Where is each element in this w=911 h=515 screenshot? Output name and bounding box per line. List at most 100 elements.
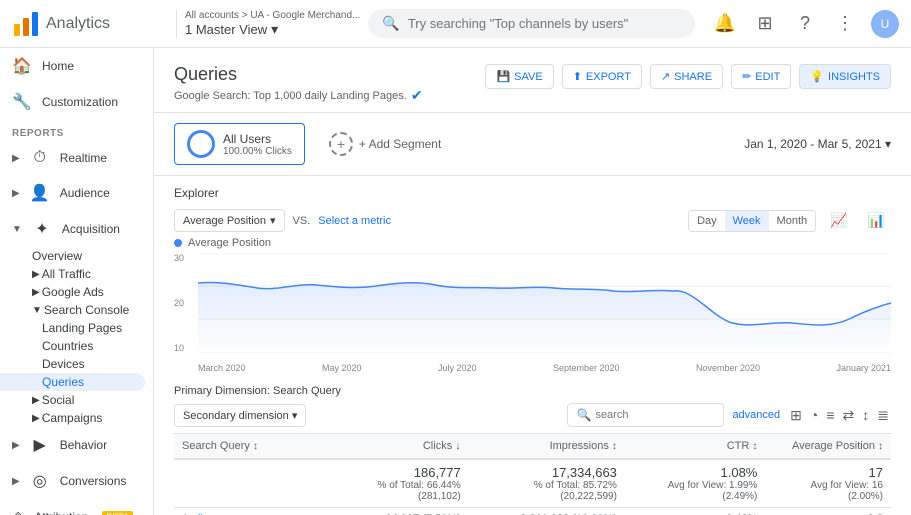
search-icon: 🔍 xyxy=(576,408,591,422)
legend-dot xyxy=(174,239,182,247)
check-icon: ✔ xyxy=(411,87,423,104)
sidebar-item-behavior[interactable]: ▶ ▶ Behavior xyxy=(0,427,145,463)
explorer-title: Explorer xyxy=(174,186,891,200)
sidebar-item-audience-label: Audience xyxy=(60,186,110,200)
expand-icon: ▶ xyxy=(12,153,20,164)
share-button[interactable]: ↗ SHARE xyxy=(650,64,723,89)
more-icon[interactable]: ⋮ xyxy=(831,10,859,38)
search-bar[interactable]: 🔍 xyxy=(368,9,695,38)
sidebar-item-devices[interactable]: Devices xyxy=(0,355,145,373)
sidebar-item-social[interactable]: ▶Social xyxy=(0,391,145,409)
row-ctr: 0.42% xyxy=(625,508,765,515)
select-metric-link[interactable]: Select a metric xyxy=(318,215,391,227)
chart-svg xyxy=(198,253,891,353)
save-icon: 💾 xyxy=(496,70,510,83)
audience-icon: 👤 xyxy=(30,183,50,203)
table-view-icon[interactable]: ⊞ xyxy=(788,405,804,426)
sidebar-item-campaigns[interactable]: ▶Campaigns xyxy=(0,409,145,427)
breadcrumb-bottom[interactable]: 1 Master View ▾ xyxy=(185,21,360,38)
comparison-icon[interactable]: ⇄ xyxy=(841,405,857,426)
conversions-icon: ◎ xyxy=(30,471,50,491)
notifications-icon[interactable]: 🔔 xyxy=(711,10,739,38)
search-input[interactable] xyxy=(408,16,681,31)
expand-icon: ▶ xyxy=(32,395,40,406)
expand-icon: ▶ xyxy=(12,476,20,487)
column-header-avg-position[interactable]: Average Position ↕ xyxy=(765,434,891,460)
sidebar-item-queries[interactable]: Queries xyxy=(0,373,145,391)
help-icon[interactable]: ? xyxy=(791,10,819,38)
column-header-clicks[interactable]: Clicks ↓ xyxy=(327,434,469,460)
sidebar-item-conversions[interactable]: ▶ ◎ Conversions xyxy=(0,463,145,499)
avatar[interactable]: U xyxy=(871,10,899,38)
segment-chip[interactable]: All Users 100.00% Clicks xyxy=(174,123,305,165)
sidebar-item-customization[interactable]: 🔧 Customization xyxy=(0,84,145,120)
sidebar-item-countries[interactable]: Countries xyxy=(0,337,145,355)
app-title: Analytics xyxy=(46,15,110,33)
column-header-query[interactable]: Search Query ↕ xyxy=(174,434,327,460)
bar-chart-icon[interactable]: 📊 xyxy=(862,208,891,233)
table-search-input[interactable] xyxy=(595,409,715,421)
performance-icon[interactable]: ≡ xyxy=(824,405,836,426)
sidebar-item-realtime[interactable]: ▶ ⏱ Realtime xyxy=(0,141,145,175)
pivot-icon[interactable]: ↕ xyxy=(860,405,871,426)
expand-icon: ▼ xyxy=(12,224,22,235)
advanced-link[interactable]: advanced xyxy=(732,409,780,421)
save-button[interactable]: 💾 SAVE xyxy=(485,64,553,89)
y-axis: 30 20 10 xyxy=(174,253,194,353)
sidebar-item-attribution-label: Attribution xyxy=(34,510,88,515)
date-range-selector[interactable]: Jan 1, 2020 - Mar 5, 2021 ▾ xyxy=(744,137,891,151)
chevron-down-icon: ▾ xyxy=(270,214,276,227)
sidebar-item-acquisition[interactable]: ▼ ✦ Acquisition xyxy=(0,211,145,247)
sidebar-item-attribution[interactable]: ◈ Attribution BETA xyxy=(0,499,145,515)
secondary-dimension-button[interactable]: Secondary dimension ▾ xyxy=(174,404,306,427)
breadcrumb-top: All accounts > UA - Google Merchand... xyxy=(185,10,360,21)
export-button[interactable]: ⬆ EXPORT xyxy=(562,64,642,89)
chart-controls: Average Position ▾ VS. Select a metric D… xyxy=(174,208,891,233)
add-segment-button[interactable]: + + Add Segment xyxy=(317,126,453,162)
sidebar-item-audience[interactable]: ▶ 👤 Audience xyxy=(0,175,145,211)
insights-icon: 💡 xyxy=(810,70,824,83)
sidebar-item-landing-pages[interactable]: Landing Pages xyxy=(0,319,145,337)
sidebar-item-home[interactable]: 🏠 Home xyxy=(0,48,145,84)
edit-button[interactable]: ✏ EDIT xyxy=(731,64,791,89)
lifetime-icon[interactable]: ≣ xyxy=(875,405,891,426)
time-range-selector: Day Week Month xyxy=(688,210,816,232)
apps-icon[interactable]: ⊞ xyxy=(751,10,779,38)
totals-avg-position: 17 Avg for View: 16 (2.00%) xyxy=(765,459,891,508)
search-icon: 🔍 xyxy=(382,15,399,32)
table-controls: Secondary dimension ▾ 🔍 advanced ⊞ ◔ ≡ ⇄… xyxy=(174,403,891,427)
day-button[interactable]: Day xyxy=(689,211,725,231)
customization-icon: 🔧 xyxy=(12,92,32,112)
sidebar-item-acquisition-label: Acquisition xyxy=(62,222,120,236)
expand-icon: ▶ xyxy=(12,440,20,451)
table-search[interactable]: 🔍 xyxy=(567,403,724,427)
sidebar-item-google-ads[interactable]: ▶Google Ads xyxy=(0,283,145,301)
totals-impressions: 17,334,663 % of Total: 85.72% (20,222,59… xyxy=(469,459,625,508)
month-button[interactable]: Month xyxy=(769,211,816,231)
totals-ctr: 1.08% Avg for View: 1.99% (2.49%) xyxy=(625,459,765,508)
totals-label xyxy=(174,459,327,508)
chart-type-controls: Day Week Month 📈 📊 xyxy=(688,208,891,233)
sidebar-item-search-console[interactable]: ▼Search Console xyxy=(0,301,145,319)
sidebar-item-all-traffic[interactable]: ▶All Traffic xyxy=(0,265,145,283)
line-chart-icon[interactable]: 📈 xyxy=(824,208,853,233)
totals-clicks: 186,777 % of Total: 66.44% (281,102) xyxy=(327,459,469,508)
insights-button[interactable]: 💡 INSIGHTS xyxy=(799,64,891,89)
column-header-impressions[interactable]: Impressions ↕ xyxy=(469,434,625,460)
queries-actions: 💾 SAVE ⬆ EXPORT ↗ SHARE ✏ EDIT 💡 INS xyxy=(485,64,891,89)
metric1-selector[interactable]: Average Position ▾ xyxy=(174,209,285,232)
week-button[interactable]: Week xyxy=(725,211,769,231)
sidebar-item-overview[interactable]: Overview xyxy=(0,247,145,265)
main-content: Queries Google Search: Top 1,000 daily L… xyxy=(154,48,911,515)
queries-subtitle: Google Search: Top 1,000 daily Landing P… xyxy=(174,87,423,104)
queries-title: Queries xyxy=(174,64,423,85)
column-header-ctr[interactable]: CTR ↕ xyxy=(625,434,765,460)
expand-icon: ▶ xyxy=(12,188,20,199)
top-bar-actions: 🔔 ⊞ ? ⋮ U xyxy=(695,10,899,38)
table-right-controls: 🔍 advanced ⊞ ◔ ≡ ⇄ ↕ ≣ xyxy=(567,403,891,427)
queries-title-section: Queries Google Search: Top 1,000 daily L… xyxy=(174,64,423,104)
pie-chart-icon[interactable]: ◔ xyxy=(808,405,820,426)
sidebar: 🏠 Home 🔧 Customization REPORTS ▶ ⏱ Realt… xyxy=(0,48,154,515)
x-axis: March 2020 May 2020 July 2020 September … xyxy=(198,363,891,373)
sort-icon: ↕ xyxy=(752,441,757,452)
